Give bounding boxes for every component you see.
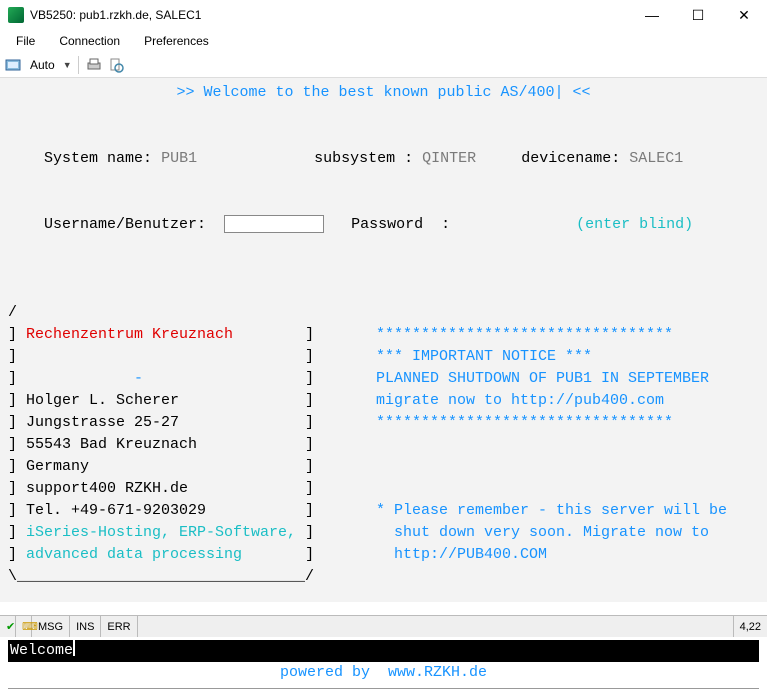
terminal-row: ] Rechenzentrum Kreuznach ] ************…	[8, 324, 759, 346]
blank-line	[8, 280, 759, 302]
left-col-cell: ] Tel. +49-671-9203029 ]	[8, 500, 358, 522]
terminal-row: ] advanced data processing ] http://PUB4…	[8, 544, 759, 566]
toolbar-separator	[78, 56, 79, 74]
left-col-cell: /	[8, 302, 358, 324]
left-col-cell: ] ]	[8, 346, 358, 368]
login-row: Username/Benutzer: Password : (enter bli…	[8, 192, 759, 258]
status-msg[interactable]: MSG	[32, 616, 70, 637]
username-input[interactable]	[224, 215, 324, 233]
system-info-row: System name: PUB1 subsystem : QINTER dev…	[8, 126, 759, 192]
mode-select[interactable]: Auto	[26, 58, 59, 72]
left-col-cell: ] Jungstrasse 25-27 ]	[8, 412, 358, 434]
status-err[interactable]: ERR	[101, 616, 137, 637]
left-col-cell: ] iSeries-Hosting, ERP-Software, ]	[8, 522, 358, 544]
terminal-row: ] iSeries-Hosting, ERP-Software, ] shut …	[8, 522, 759, 544]
subsystem-label: subsystem :	[314, 150, 413, 167]
terminal-row: ] Holger L. Scherer ] migrate now to htt…	[8, 390, 759, 412]
status-ins[interactable]: INS	[70, 616, 101, 637]
connect-icon[interactable]	[4, 56, 22, 74]
left-col-cell: \________________________________/	[8, 566, 358, 588]
print-icon[interactable]	[85, 56, 103, 74]
username-label: Username/Benutzer:	[44, 216, 206, 233]
right-col-cell: PLANNED SHUTDOWN OF PUB1 IN SEPTEMBER	[358, 368, 709, 390]
right-col-cell: migrate now to http://pub400.com	[358, 390, 664, 412]
terminal-row: ] Germany ]	[8, 456, 759, 478]
right-col-cell: http://PUB400.COM	[358, 544, 547, 566]
left-col-cell: ] Holger L. Scherer ]	[8, 390, 358, 412]
blank-line	[8, 588, 759, 610]
statusbar-spacer	[138, 616, 733, 637]
system-name-label: System name:	[44, 150, 152, 167]
right-col-cell: shut down very soon. Migrate now to	[358, 522, 709, 544]
window-title: VB5250: pub1.rzkh.de, SALEC1	[30, 8, 629, 22]
mode-dropdown-icon[interactable]: ▼	[63, 60, 72, 70]
devicename-label: devicename:	[521, 150, 620, 167]
toolbar: Auto ▼	[0, 52, 767, 78]
terminal-cursor	[73, 640, 75, 656]
terminal-row: ] ] *** IMPORTANT NOTICE ***	[8, 346, 759, 368]
right-col-cell: * Please remember - this server will be	[358, 500, 727, 522]
terminal-row: \________________________________/	[8, 566, 759, 588]
welcome-banner: >> Welcome to the best known public AS/4…	[8, 82, 759, 104]
left-col-cell: ] Rechenzentrum Kreuznach ]	[8, 324, 358, 346]
left-col-cell: ] support400 RZKH.de ]	[8, 478, 358, 500]
terminal-row: ] 55543 Bad Kreuznach ]	[8, 434, 759, 456]
print-preview-icon[interactable]	[107, 56, 125, 74]
status-prompt: Welcome	[10, 640, 73, 662]
status-cursor-pos: 4,22	[733, 616, 767, 637]
window-controls: — ☐ ✕	[629, 0, 767, 30]
system-name-value: PUB1	[161, 150, 197, 167]
left-col-cell: ] Germany ]	[8, 456, 358, 478]
status-ok-icon[interactable]: ✔	[0, 616, 16, 637]
menu-file[interactable]: File	[6, 32, 45, 50]
menu-preferences[interactable]: Preferences	[134, 32, 219, 50]
blank-line	[8, 104, 759, 126]
terminal-row: /	[8, 302, 759, 324]
right-col-cell: *********************************	[358, 324, 673, 346]
titlebar: VB5250: pub1.rzkh.de, SALEC1 — ☐ ✕	[0, 0, 767, 30]
password-label: Password :	[351, 216, 450, 233]
close-button[interactable]: ✕	[721, 0, 767, 30]
subsystem-value: QINTER	[422, 150, 476, 167]
menubar: File Connection Preferences	[0, 30, 767, 52]
right-col-cell: *** IMPORTANT NOTICE ***	[358, 346, 592, 368]
powered-by: powered by www.RZKH.de	[8, 662, 759, 684]
terminal[interactable]: >> Welcome to the best known public AS/4…	[0, 78, 767, 602]
terminal-row: ] support400 RZKH.de ]	[8, 478, 759, 500]
maximize-button[interactable]: ☐	[675, 0, 721, 30]
statusbar: ✔ ⌨ MSG INS ERR 4,22	[0, 615, 767, 637]
left-col-cell: ] advanced data processing ]	[8, 544, 358, 566]
terminal-row: ] - ] PLANNED SHUTDOWN OF PUB1 IN SEPTEM…	[8, 368, 759, 390]
status-input-line[interactable]: Welcome	[8, 640, 759, 662]
right-col-cell: *********************************	[358, 412, 673, 434]
blank-line	[8, 258, 759, 280]
app-icon	[8, 7, 24, 23]
menu-connection[interactable]: Connection	[49, 32, 130, 50]
left-col-cell: ] - ]	[8, 368, 358, 390]
enter-blind-hint: (enter blind)	[576, 216, 693, 233]
devicename-value: SALEC1	[629, 150, 683, 167]
status-keyboard-icon[interactable]: ⌨	[16, 616, 32, 637]
minimize-button[interactable]: —	[629, 0, 675, 30]
terminal-row: ] Tel. +49-671-9203029 ] * Please rememb…	[8, 500, 759, 522]
left-col-cell: ] 55543 Bad Kreuznach ]	[8, 434, 358, 456]
terminal-body: /] Rechenzentrum Kreuznach ] ***********…	[8, 302, 759, 588]
terminal-row: ] Jungstrasse 25-27 ] ******************…	[8, 412, 759, 434]
